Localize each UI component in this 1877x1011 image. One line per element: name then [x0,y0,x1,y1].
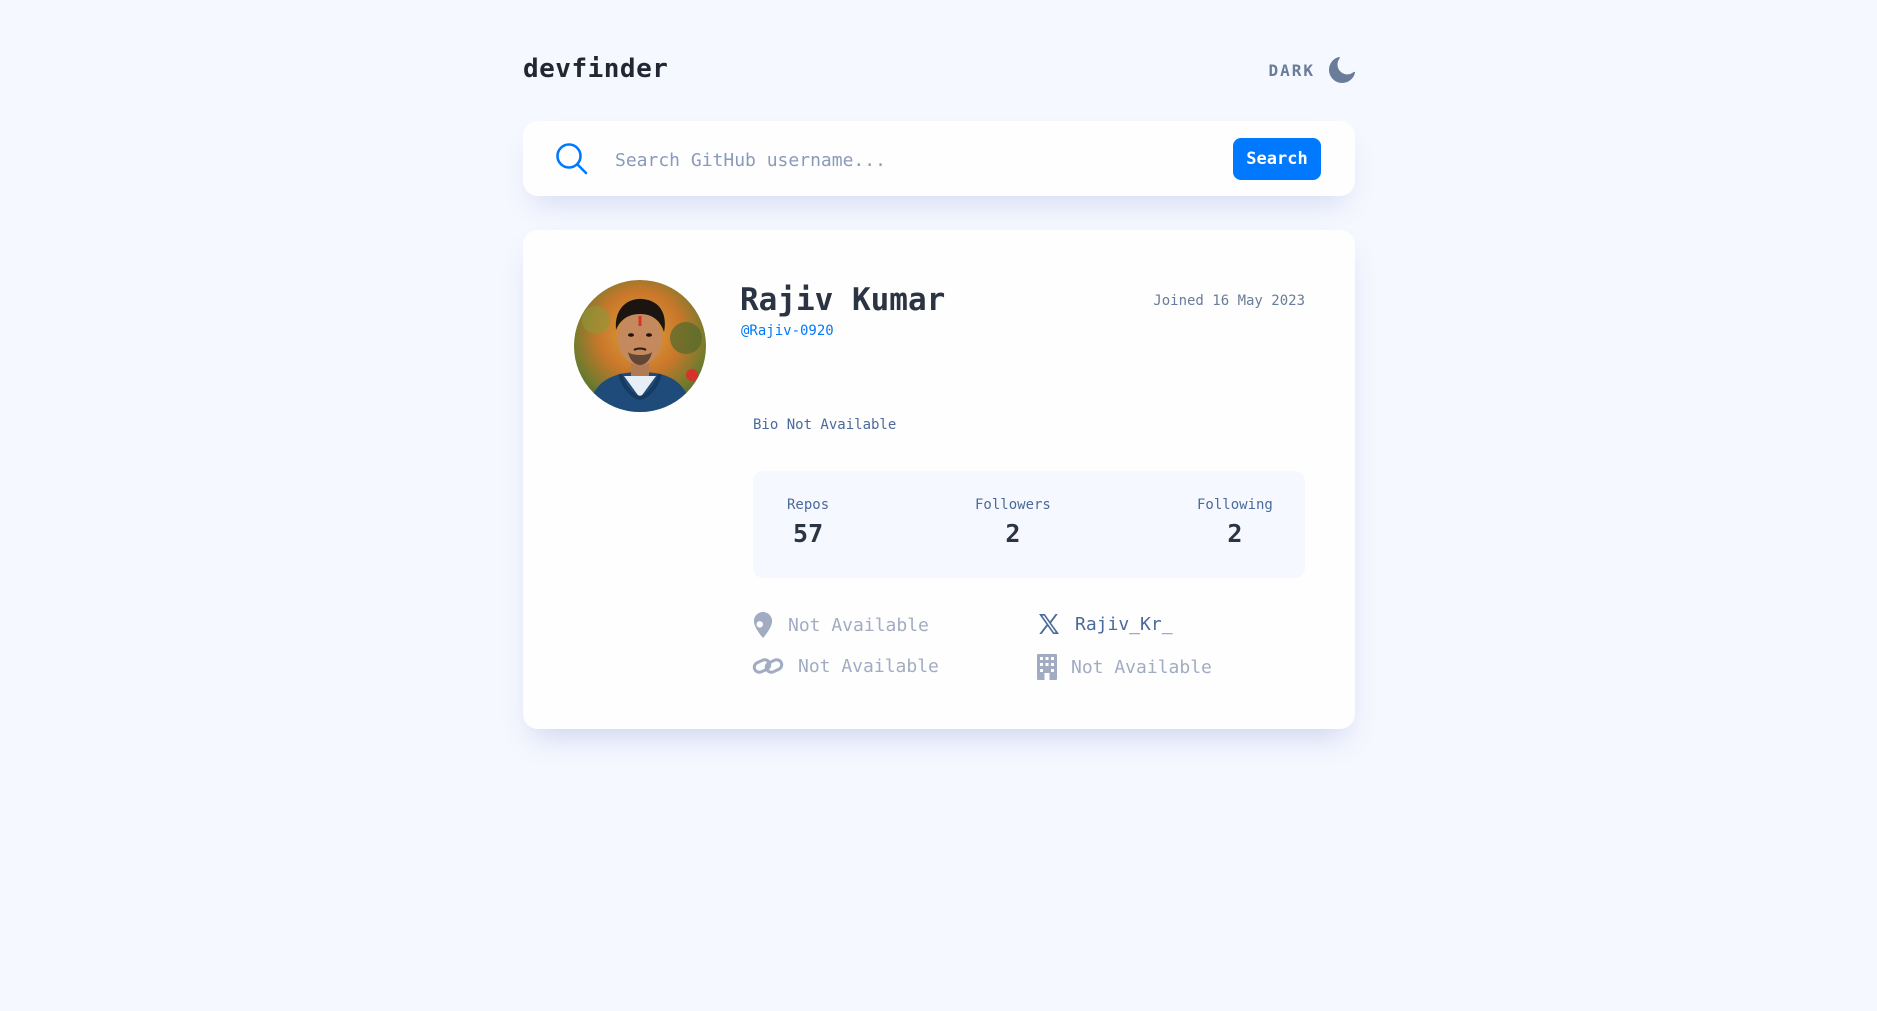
search-button[interactable]: Search [1233,138,1321,180]
avatar [574,280,706,412]
stat-value: 57 [793,519,824,548]
x-twitter-icon [1037,612,1061,636]
header: devfinder DARK [523,50,1355,90]
location-pin-icon [752,612,774,638]
company-text: Not Available [1071,656,1212,678]
twitter-row[interactable]: Rajiv_Kr_ [1037,612,1173,636]
company-row: Not Available [1037,654,1212,680]
theme-label: DARK [1268,60,1315,80]
search-icon [555,142,589,176]
location-row: Not Available [752,612,929,638]
moon-icon [1329,57,1355,83]
location-text: Not Available [788,614,929,636]
website-row: Not Available [752,654,939,678]
website-text: Not Available [798,655,939,677]
link-icon [752,654,784,678]
stat-value: 2 [1005,519,1021,548]
stat-label: Following [1197,497,1273,513]
stat-followers: Followers 2 [975,497,1051,548]
theme-toggle[interactable]: DARK [1268,50,1355,90]
app-logo: devfinder [523,54,669,84]
profile-login-link[interactable]: @Rajiv-0920 [741,323,834,339]
stat-label: Repos [787,497,830,513]
building-icon [1037,654,1057,680]
search-input[interactable] [613,139,1217,181]
stat-value: 2 [1227,519,1243,548]
stat-repos: Repos 57 [787,497,829,548]
search-bar: Search [523,121,1355,196]
stats-panel: Repos 57 Followers 2 Following 2 [753,471,1305,578]
stat-label: Followers [975,497,1051,513]
profile-name: Rajiv Kumar [740,282,946,318]
twitter-text[interactable]: Rajiv_Kr_ [1075,614,1173,635]
stat-following: Following 2 [1197,497,1273,548]
joined-date: Joined 16 May 2023 [1153,293,1305,309]
profile-card: Rajiv Kumar @Rajiv-0920 Joined 16 May 20… [523,230,1355,729]
profile-bio: Bio Not Available [753,417,897,433]
